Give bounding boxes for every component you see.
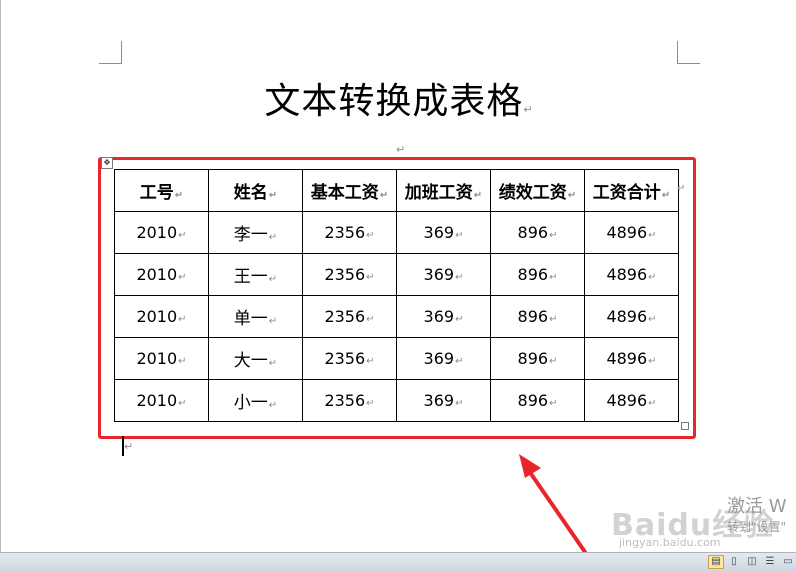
- table-cell[interactable]: 4896↵: [584, 337, 679, 380]
- table-row: 2010↵ 小一↵ 2356↵ 369↵ 896↵ 4896↵: [114, 379, 679, 422]
- cell-mark: ↵: [549, 230, 558, 241]
- header-cell[interactable]: 工资合计↵: [584, 169, 679, 212]
- cell-mark: ↵: [549, 272, 558, 283]
- table-cell[interactable]: 896↵: [490, 211, 585, 254]
- table-cell[interactable]: 896↵: [490, 379, 585, 422]
- header-cell[interactable]: 加班工资↵: [396, 169, 491, 212]
- cell-mark: ↵: [174, 190, 184, 201]
- activate-windows-title: 激活 W: [727, 496, 787, 517]
- data-table[interactable]: 工号↵ 姓名↵ 基本工资↵ 加班工资↵ 绩效工资↵ 工资合计↵ 2010↵ 李一…: [114, 169, 679, 422]
- table-cell[interactable]: 2356↵: [302, 337, 397, 380]
- table-cell[interactable]: 369↵: [396, 253, 491, 296]
- table-cell[interactable]: 896↵: [490, 253, 585, 296]
- cell-mark: ↵: [648, 314, 657, 325]
- cell-mark: ↵: [473, 190, 483, 201]
- cell-mark: ↵: [268, 274, 278, 285]
- row-end-mark: ↵: [677, 183, 686, 194]
- cell-mark: ↵: [366, 356, 375, 367]
- table-cell[interactable]: 369↵: [396, 211, 491, 254]
- cell-mark: ↵: [178, 230, 187, 241]
- cell-mark: ↵: [661, 190, 671, 201]
- table-cell[interactable]: 4896↵: [584, 295, 679, 338]
- watermark: Baidu经验 jingyan.baidu.com 激活 W 转到"设置": [581, 470, 796, 552]
- cell-mark: ↵: [178, 272, 187, 283]
- outline-view-icon[interactable]: ☰: [762, 555, 778, 569]
- cell-mark: ↵: [455, 314, 464, 325]
- table-cell[interactable]: 2356↵: [302, 379, 397, 422]
- cell-mark: ↵: [366, 398, 375, 409]
- print-layout-view-icon[interactable]: ▤: [708, 555, 724, 569]
- header-cell[interactable]: 工号↵: [114, 169, 209, 212]
- cell-mark: ↵: [549, 398, 558, 409]
- table-cell[interactable]: 李一↵: [208, 211, 303, 254]
- cell-mark: ↵: [366, 314, 375, 325]
- corner-mark-top-right: [677, 41, 700, 64]
- table-cell[interactable]: 4896↵: [584, 379, 679, 422]
- cell-mark: ↵: [549, 356, 558, 367]
- cell-mark: ↵: [178, 356, 187, 367]
- draft-view-icon[interactable]: ▭: [780, 555, 796, 569]
- table-cell[interactable]: 2356↵: [302, 295, 397, 338]
- paragraph-mark: ↵: [523, 103, 534, 116]
- cell-mark: ↵: [455, 272, 464, 283]
- full-screen-reading-view-icon[interactable]: ▯: [726, 555, 742, 569]
- status-bar: ▤ ▯ ◫ ☰ ▭: [0, 552, 796, 572]
- document-page[interactable]: 文本转换成表格↵ ↵ ✥ 工号↵ 姓名↵ 基本工资↵ 加班工资↵ 绩效工资↵ 工…: [0, 0, 796, 552]
- cell-mark: ↵: [648, 272, 657, 283]
- table-cell[interactable]: 小一↵: [208, 379, 303, 422]
- header-cell[interactable]: 姓名↵: [208, 169, 303, 212]
- cell-mark: ↵: [648, 356, 657, 367]
- document-title[interactable]: 文本转换成表格↵: [1, 72, 796, 124]
- table-cell[interactable]: 2356↵: [302, 211, 397, 254]
- table-row: 2010↵ 王一↵ 2356↵ 369↵ 896↵ 4896↵: [114, 253, 679, 296]
- table-row: 2010↵ 单一↵ 2356↵ 369↵ 896↵ 4896↵: [114, 295, 679, 338]
- cell-mark: ↵: [549, 314, 558, 325]
- header-cell[interactable]: 绩效工资↵: [490, 169, 585, 212]
- watermark-url: jingyan.baidu.com: [619, 536, 721, 549]
- table-row: 2010↵ 大一↵ 2356↵ 369↵ 896↵ 4896↵: [114, 337, 679, 380]
- cell-mark: ↵: [567, 190, 577, 201]
- table-cell[interactable]: 2010↵: [114, 337, 209, 380]
- cell-mark: ↵: [366, 230, 375, 241]
- cell-mark: ↵: [178, 314, 187, 325]
- table-row: 2010↵ 李一↵ 2356↵ 369↵ 896↵ 4896↵: [114, 211, 679, 254]
- table-cell[interactable]: 2010↵: [114, 211, 209, 254]
- cell-mark: ↵: [178, 398, 187, 409]
- table-cell[interactable]: 369↵: [396, 295, 491, 338]
- table-cell[interactable]: 4896↵: [584, 211, 679, 254]
- activate-windows-hint: 转到"设置": [727, 520, 787, 534]
- cell-mark: ↵: [455, 356, 464, 367]
- table-cell[interactable]: 896↵: [490, 337, 585, 380]
- cell-mark: ↵: [648, 398, 657, 409]
- cell-mark: ↵: [268, 232, 278, 243]
- cell-mark: ↵: [648, 230, 657, 241]
- cell-mark: ↵: [455, 230, 464, 241]
- table-cell[interactable]: 2010↵: [114, 295, 209, 338]
- paragraph-mark: ↵: [396, 143, 406, 156]
- cell-mark: ↵: [455, 398, 464, 409]
- table-cell[interactable]: 单一↵: [208, 295, 303, 338]
- table-cell[interactable]: 2010↵: [114, 379, 209, 422]
- cell-mark: ↵: [268, 190, 278, 201]
- cell-mark: ↵: [268, 400, 278, 411]
- table-resize-handle[interactable]: [681, 422, 689, 430]
- table-cell[interactable]: 896↵: [490, 295, 585, 338]
- web-layout-view-icon[interactable]: ◫: [744, 555, 760, 569]
- table-cell[interactable]: 369↵: [396, 337, 491, 380]
- table-move-handle-icon[interactable]: ✥: [101, 157, 113, 169]
- cell-mark: ↵: [268, 358, 278, 369]
- table-cell[interactable]: 2356↵: [302, 253, 397, 296]
- corner-mark-top-left: [99, 41, 122, 64]
- header-cell[interactable]: 基本工资↵: [302, 169, 397, 212]
- table-header-row: 工号↵ 姓名↵ 基本工资↵ 加班工资↵ 绩效工资↵ 工资合计↵: [114, 169, 679, 212]
- table-cell[interactable]: 369↵: [396, 379, 491, 422]
- table-cell[interactable]: 4896↵: [584, 253, 679, 296]
- table-cell[interactable]: 王一↵: [208, 253, 303, 296]
- table-cell[interactable]: 2010↵: [114, 253, 209, 296]
- table-cell[interactable]: 大一↵: [208, 337, 303, 380]
- cell-mark: ↵: [379, 190, 389, 201]
- cell-mark: ↵: [366, 272, 375, 283]
- paragraph-mark: ↵: [124, 440, 134, 453]
- cell-mark: ↵: [268, 316, 278, 327]
